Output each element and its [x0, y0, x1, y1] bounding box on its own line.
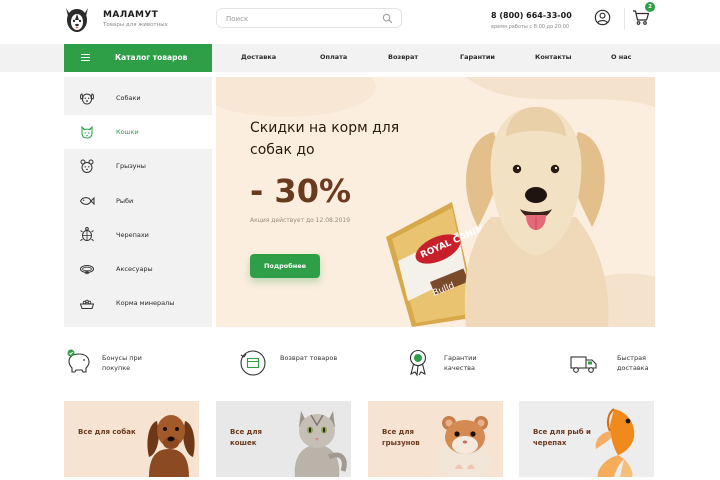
- feature-label: Бонусы при покупке: [102, 354, 142, 372]
- nav-link-guarantees[interactable]: Гарантии: [460, 53, 495, 61]
- catalog-button-label: Каталог товаров: [115, 53, 188, 62]
- banner-title: Скидки на корм для собак до: [250, 120, 400, 158]
- sidebar-item-accessories[interactable]: Аксесуары: [64, 252, 212, 286]
- category-card-label: Все для кошек: [230, 428, 262, 447]
- dachshund-image: [147, 415, 195, 477]
- sidebar-item-label: Грызуны: [116, 162, 146, 170]
- sidebar-item-label: Рыби: [116, 197, 134, 205]
- sidebar-item-label: Корма минералы: [116, 299, 175, 307]
- sidebar-item-label: Собаки: [116, 94, 141, 102]
- piggy-bank-icon: [67, 349, 90, 373]
- nav-link-returns[interactable]: Возврат: [388, 53, 418, 61]
- food-bowl-icon: [79, 299, 95, 309]
- menu-burger-icon[interactable]: [81, 54, 90, 61]
- category-sidebar: Собаки Кошки Грызуны Рыби Черепахи Аксес…: [64, 77, 212, 327]
- rodent-icon: [80, 159, 94, 173]
- feature-fast-delivery: Быстрая доставка: [569, 347, 679, 383]
- banner-promo-note: Акция действует до 12.08.2019: [250, 217, 351, 224]
- feature-bonuses: Бонусы при покупке: [64, 347, 174, 383]
- search-box[interactable]: [216, 8, 402, 28]
- collar-icon: [80, 265, 94, 275]
- nav-link-about[interactable]: О нас: [611, 53, 632, 61]
- work-hours: время работы с 8:00 до 20:00: [491, 24, 570, 30]
- sidebar-item-label: Кошки: [116, 128, 139, 136]
- search-icon[interactable]: [382, 13, 393, 24]
- delivery-truck-icon: [570, 356, 597, 373]
- malamute-logo-icon[interactable]: [62, 4, 92, 34]
- nav-link-payment[interactable]: Оплата: [320, 53, 347, 61]
- golden-retriever-image: [464, 107, 609, 327]
- category-card-cats[interactable]: Все для кошек: [216, 401, 351, 477]
- sidebar-item-rodents[interactable]: Грызуны: [64, 149, 212, 183]
- header-divider: [624, 8, 625, 30]
- sidebar-item-label: Аксесуары: [116, 265, 153, 273]
- brand-name[interactable]: МАЛАМУТ: [103, 10, 158, 20]
- return-box-icon: [240, 350, 266, 376]
- quality-badge-icon: [409, 349, 427, 377]
- category-card-dogs[interactable]: Все для собак: [64, 401, 199, 477]
- cat-icon: [81, 125, 93, 139]
- turtle-icon: [80, 227, 94, 242]
- main-navbar: Каталог товаров Доставка Оплата Возврат …: [0, 44, 720, 72]
- category-card-label: Все для грызунов: [382, 428, 420, 447]
- cart-count-badge: 2: [645, 2, 655, 12]
- sidebar-item-turtles[interactable]: Черепахи: [64, 218, 212, 252]
- feature-returns: Возврат товаров: [238, 347, 348, 383]
- search-input[interactable]: [226, 13, 376, 24]
- feature-quality: Гарантии качества: [405, 347, 515, 383]
- sidebar-item-dogs[interactable]: Собаки: [64, 81, 212, 115]
- more-details-button[interactable]: Подробнее: [250, 254, 320, 278]
- sidebar-item-fish[interactable]: Рыби: [64, 184, 212, 218]
- category-card-label: Все для собак: [78, 428, 136, 436]
- user-account-icon[interactable]: [594, 9, 611, 26]
- category-card-label: Все для рыб и черепах: [533, 428, 591, 447]
- sidebar-item-label: Черепахи: [116, 231, 149, 239]
- sidebar-item-cats[interactable]: Кошки: [64, 115, 212, 149]
- feature-label: Быстрая доставка: [617, 354, 649, 372]
- promo-banner[interactable]: ROYAL CANIN Bulld Скидки на корм для соб…: [216, 77, 655, 327]
- banner-discount: - 30%: [250, 172, 352, 210]
- brand-tagline: Товары для животных: [103, 22, 168, 28]
- category-card-rodents[interactable]: Все для грызунов: [368, 401, 503, 477]
- fish-icon: [79, 196, 95, 206]
- header: МАЛАМУТ Товары для животных 8 (800) 664-…: [0, 0, 720, 44]
- phone-number[interactable]: 8 (800) 664-33-00: [491, 11, 572, 20]
- catalog-button[interactable]: Каталог товаров: [64, 44, 212, 72]
- sidebar-item-food-minerals[interactable]: Корма минералы: [64, 286, 212, 320]
- nav-link-contacts[interactable]: Контакты: [535, 53, 571, 61]
- nav-link-delivery[interactable]: Доставка: [241, 53, 276, 61]
- category-card-fish-turtles[interactable]: Все для рыб и черепах: [519, 401, 654, 477]
- dog-icon: [79, 93, 95, 105]
- feature-label: Гарантии качества: [444, 354, 477, 372]
- feature-label: Возврат товаров: [280, 354, 338, 362]
